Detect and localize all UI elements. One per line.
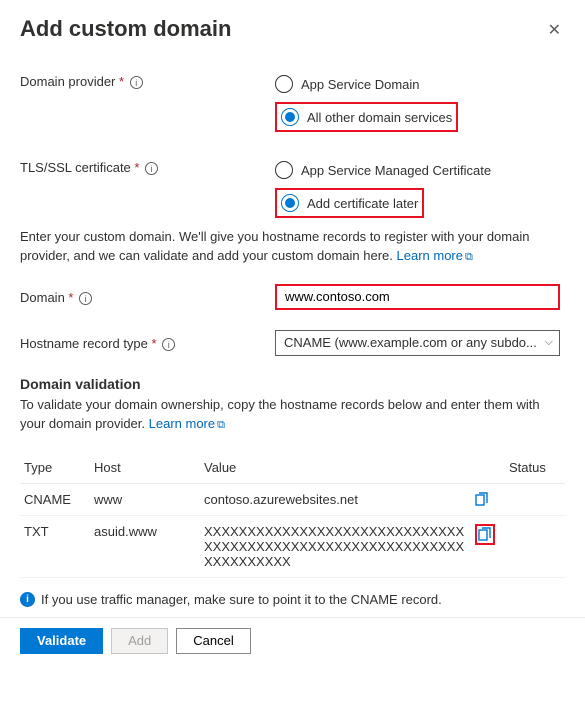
- cell-type: TXT: [20, 515, 90, 577]
- chevron-down-icon: ⌵: [545, 336, 553, 349]
- radio-app-service-domain[interactable]: App Service Domain: [275, 72, 565, 96]
- cancel-button[interactable]: Cancel: [176, 628, 250, 654]
- learn-more-link[interactable]: Learn more⧉: [149, 416, 225, 431]
- info-icon[interactable]: i: [130, 76, 143, 89]
- table-row: CNAMEwwwcontoso.azurewebsites.net: [20, 483, 565, 515]
- validation-desc: To validate your domain ownership, copy …: [20, 396, 565, 434]
- th-status: Status: [505, 452, 565, 484]
- cell-host: www: [90, 483, 200, 515]
- radio-cert-later[interactable]: Add certificate later: [281, 191, 418, 215]
- radio-label: App Service Managed Certificate: [301, 163, 491, 178]
- th-type: Type: [20, 452, 90, 484]
- dns-records-table: Type Host Value Status CNAMEwwwcontoso.a…: [20, 452, 565, 578]
- hostname-type-select[interactable]: CNAME (www.example.com or any subdo... ⌵: [275, 330, 560, 356]
- info-icon[interactable]: i: [162, 338, 175, 351]
- domain-input[interactable]: [277, 286, 558, 308]
- cell-value: XXXXXXXXXXXXXXXXXXXXXXXXXXXXXXXXXXXXXXXX…: [200, 515, 471, 577]
- radio-label: App Service Domain: [301, 77, 420, 92]
- cell-status: [505, 483, 565, 515]
- radio-label: All other domain services: [307, 110, 452, 125]
- label-domain: Domain * i: [20, 288, 275, 305]
- th-value: Value: [200, 452, 471, 484]
- cell-status: [505, 515, 565, 577]
- label-hostname-type: Hostname record type * i: [20, 334, 275, 351]
- info-icon: i: [20, 592, 35, 607]
- table-row: TXTasuid.wwwXXXXXXXXXXXXXXXXXXXXXXXXXXXX…: [20, 515, 565, 577]
- th-host: Host: [90, 452, 200, 484]
- learn-more-link[interactable]: Learn more⧉: [397, 248, 473, 263]
- add-button: Add: [111, 628, 168, 654]
- radio-all-other-domain[interactable]: All other domain services: [281, 105, 452, 129]
- cell-value: contoso.azurewebsites.net: [200, 483, 471, 515]
- cell-type: CNAME: [20, 483, 90, 515]
- external-link-icon: ⧉: [465, 251, 473, 263]
- label-domain-provider: Domain provider * i: [20, 72, 275, 132]
- section-title-validation: Domain validation: [20, 376, 565, 392]
- info-icon[interactable]: i: [79, 292, 92, 305]
- validate-button[interactable]: Validate: [20, 628, 103, 654]
- external-link-icon: ⧉: [217, 419, 225, 431]
- copy-icon[interactable]: [475, 524, 495, 545]
- radio-label: Add certificate later: [307, 196, 418, 211]
- copy-icon[interactable]: [475, 492, 501, 507]
- label-tls-cert: TLS/SSL certificate * i: [20, 158, 275, 218]
- page-title: Add custom domain: [20, 16, 231, 42]
- info-icon[interactable]: i: [145, 162, 158, 175]
- cell-host: asuid.www: [90, 515, 200, 577]
- radio-managed-cert[interactable]: App Service Managed Certificate: [275, 158, 565, 182]
- traffic-manager-note: If you use traffic manager, make sure to…: [41, 592, 442, 607]
- close-icon[interactable]: ✕: [544, 16, 565, 44]
- intro-paragraph: Enter your custom domain. We'll give you…: [20, 228, 565, 266]
